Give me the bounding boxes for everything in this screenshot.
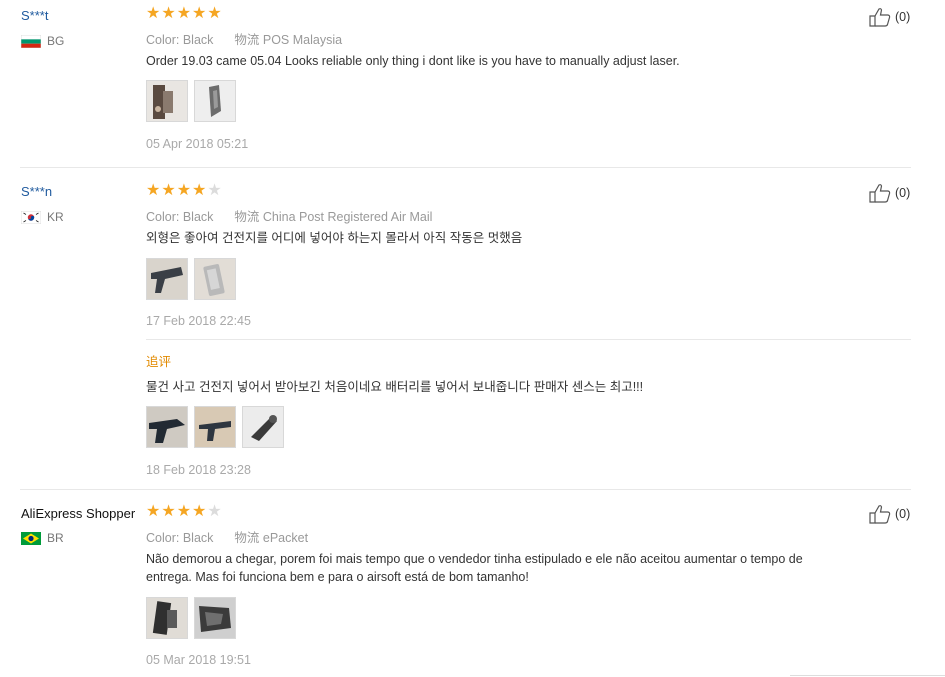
star-empty-icon: ★ xyxy=(207,503,223,520)
thumbs-up-icon xyxy=(869,505,891,524)
review-text: Não demorou a chegar, porem foi mais tem… xyxy=(146,550,886,586)
star-filled-icon: ★ xyxy=(192,503,208,520)
review-item: AliExpress Shopper BR ★★★★★ Color: Black… xyxy=(0,0,945,677)
star-filled-icon: ★ xyxy=(146,503,162,520)
reviewer-country: BR xyxy=(21,531,64,545)
review-meta: Color: Black 物流 ePacket xyxy=(146,527,308,546)
star-filled-icon: ★ xyxy=(176,503,193,520)
shipping-value: ePacket xyxy=(262,531,309,545)
flag-brazil-icon xyxy=(21,531,41,545)
helpful-button[interactable]: (0) xyxy=(868,504,910,524)
review-photo-thumbnail[interactable] xyxy=(194,597,236,639)
review-photo-thumbnail[interactable] xyxy=(146,597,188,639)
page-bottom-line xyxy=(790,675,945,676)
star-filled-icon: ★ xyxy=(161,503,177,520)
country-code: BR xyxy=(47,531,64,545)
color-value: Black xyxy=(182,531,214,545)
review-text-line: Não demorou a chegar, porem foi mais tem… xyxy=(146,552,803,566)
shipping-label: 物流 xyxy=(234,531,260,545)
review-text-line: entrega. Mas foi funciona bem e para o a… xyxy=(146,570,529,584)
review-date: 05 Mar 2018 19:51 xyxy=(146,653,251,667)
review-photos xyxy=(146,597,236,639)
reviewer-name[interactable]: AliExpress Shopper xyxy=(21,506,135,521)
star-rating: ★★★★★ xyxy=(146,504,223,520)
color-label: Color: xyxy=(146,531,180,545)
helpful-count: (0) xyxy=(895,507,911,521)
